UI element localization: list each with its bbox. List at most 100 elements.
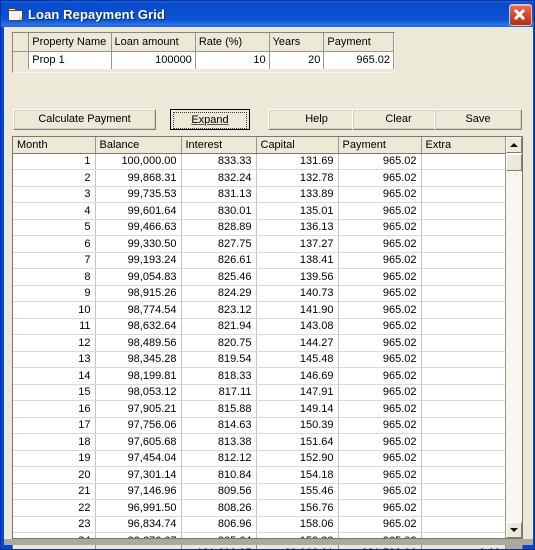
cell-interest[interactable]: 824.29 <box>181 285 257 302</box>
cell-payment[interactable]: 965.02 <box>338 169 422 187</box>
cell-interest[interactable]: 827.75 <box>181 235 257 253</box>
cell-month[interactable]: 13 <box>13 351 96 368</box>
cell-extra[interactable] <box>421 433 505 451</box>
cell-interest[interactable]: 823.12 <box>181 301 257 319</box>
cell-extra[interactable] <box>421 186 505 203</box>
cell-capital[interactable]: 147.91 <box>256 384 339 401</box>
column-header-balance[interactable]: Balance <box>95 137 182 154</box>
cell-interest[interactable]: 814.63 <box>181 417 257 434</box>
table-row[interactable]: 13 98,345.28 819.54 145.48 965.02 <box>13 351 505 368</box>
table-row[interactable]: 16 97,905.21 815.88 149.14 965.02 <box>13 400 505 418</box>
cell-years[interactable]: 20 <box>269 51 325 69</box>
cell-extra[interactable] <box>421 466 505 484</box>
cell-interest[interactable]: 813.38 <box>181 433 257 451</box>
column-header-extra[interactable]: Extra <box>421 137 505 154</box>
table-row[interactable]: 14 98,199.81 818.33 146.69 965.02 <box>13 367 505 385</box>
cell-balance[interactable]: 98,345.28 <box>95 351 182 368</box>
cell-extra[interactable] <box>421 499 505 517</box>
repayment-schedule-grid[interactable]: Month Balance Interest Capital Payment E… <box>12 136 523 539</box>
cell-payment[interactable]: 965.02 <box>338 483 422 500</box>
calculate-payment-button[interactable]: Calculate Payment <box>13 109 156 130</box>
expand-button[interactable]: Expand <box>170 109 250 130</box>
cell-payment[interactable]: 965.02 <box>338 235 422 253</box>
cell-balance[interactable]: 99,330.50 <box>95 235 182 253</box>
table-row[interactable]: 23 96,834.74 806.96 158.06 965.02 <box>13 516 505 533</box>
cell-payment[interactable]: 965.02 <box>338 186 422 203</box>
cell-capital[interactable]: 140.73 <box>256 285 339 302</box>
header-years[interactable]: Years <box>269 33 325 52</box>
cell-balance[interactable]: 99,054.83 <box>95 268 182 286</box>
cell-extra[interactable] <box>421 268 505 286</box>
cell-extra[interactable] <box>421 235 505 253</box>
cell-payment[interactable]: 965.02 <box>338 285 422 302</box>
cell-payment[interactable]: 965.02 <box>338 466 422 484</box>
cell-payment[interactable]: 965.02 <box>338 301 422 319</box>
cell-month[interactable]: 15 <box>13 384 96 401</box>
cell-month[interactable]: 23 <box>13 516 96 533</box>
cell-balance[interactable]: 99,735.53 <box>95 186 182 203</box>
cell-capital[interactable]: 156.76 <box>256 499 339 517</box>
table-row[interactable]: 4 99,601.64 830.01 135.01 965.02 <box>13 202 505 220</box>
cell-extra[interactable] <box>421 169 505 187</box>
cell-extra[interactable] <box>421 252 505 269</box>
cell-payment[interactable]: 965.02 <box>338 532 422 538</box>
table-row[interactable]: 21 97,146.96 809.56 155.46 965.02 <box>13 483 505 500</box>
cell-balance[interactable]: 98,199.81 <box>95 367 182 385</box>
cell-payment[interactable]: 965.02 <box>338 268 422 286</box>
cell-payment[interactable]: 965.02 <box>338 433 422 451</box>
cell-month[interactable]: 21 <box>13 483 96 500</box>
cell-capital[interactable]: 131.69 <box>256 153 339 170</box>
cell-capital[interactable]: 137.27 <box>256 235 339 253</box>
cell-payment[interactable]: 965.02 <box>338 400 422 418</box>
cell-balance[interactable]: 98,489.56 <box>95 334 182 352</box>
cell-month[interactable]: 18 <box>13 433 96 451</box>
cell-capital[interactable]: 132.78 <box>256 169 339 187</box>
cell-month[interactable]: 16 <box>13 400 96 418</box>
cell-property-name[interactable]: Prop 1 <box>28 51 112 69</box>
table-row[interactable]: Prop 1 100000 10 20 965.02 <box>13 51 394 69</box>
cell-payment[interactable]: 965.02 <box>338 318 422 335</box>
cell-payment[interactable]: 965.02 <box>338 334 422 352</box>
cell-month[interactable]: 5 <box>13 219 96 236</box>
cell-extra[interactable] <box>421 285 505 302</box>
cell-balance[interactable]: 98,053.12 <box>95 384 182 401</box>
table-row[interactable]: 2 99,868.31 832.24 132.78 965.02 <box>13 169 505 187</box>
cell-capital[interactable]: 146.69 <box>256 367 339 385</box>
cell-balance[interactable]: 98,774.54 <box>95 301 182 319</box>
cell-capital[interactable]: 143.08 <box>256 318 339 335</box>
cell-extra[interactable] <box>421 318 505 335</box>
cell-extra[interactable] <box>421 153 505 170</box>
cell-month[interactable]: 4 <box>13 202 96 220</box>
cell-month[interactable]: 20 <box>13 466 96 484</box>
cell-interest[interactable]: 818.33 <box>181 367 257 385</box>
cell-extra[interactable] <box>421 417 505 434</box>
cell-capital[interactable]: 139.56 <box>256 268 339 286</box>
table-row[interactable]: 22 96,991.50 808.26 156.76 965.02 <box>13 499 505 517</box>
cell-extra[interactable] <box>421 351 505 368</box>
table-row[interactable]: 8 99,054.83 825.46 139.56 965.02 <box>13 268 505 286</box>
table-row[interactable]: 15 98,053.12 817.11 147.91 965.02 <box>13 384 505 401</box>
row-selector-cell[interactable] <box>13 51 30 69</box>
header-payment[interactable]: Payment <box>323 33 394 52</box>
cell-capital[interactable]: 138.41 <box>256 252 339 269</box>
cell-extra[interactable] <box>421 202 505 220</box>
cell-extra[interactable] <box>421 400 505 418</box>
header-rate[interactable]: Rate (%) <box>195 33 270 52</box>
table-row[interactable]: 18 97,605.68 813.38 151.64 965.02 <box>13 433 505 451</box>
table-row[interactable]: 5 99,466.63 828.89 136.13 965.02 <box>13 219 505 236</box>
cell-month[interactable]: 12 <box>13 334 96 352</box>
cell-interest[interactable]: 833.33 <box>181 153 257 170</box>
cell-balance[interactable]: 96,676.67 <box>95 532 182 538</box>
cell-extra[interactable] <box>421 301 505 319</box>
cell-month[interactable]: 6 <box>13 235 96 253</box>
cell-interest[interactable]: 805.64 <box>181 532 257 538</box>
cell-balance[interactable]: 96,834.74 <box>95 516 182 533</box>
vertical-scrollbar[interactable] <box>505 137 522 538</box>
cell-interest[interactable]: 828.89 <box>181 219 257 236</box>
cell-payment[interactable]: 965.02 <box>338 450 422 467</box>
cell-month[interactable]: 24 <box>13 532 96 538</box>
table-row[interactable]: 12 98,489.56 820.75 144.27 965.02 <box>13 334 505 352</box>
close-button[interactable] <box>509 4 532 26</box>
cell-capital[interactable]: 135.01 <box>256 202 339 220</box>
cell-payment[interactable]: 965.02 <box>338 417 422 434</box>
